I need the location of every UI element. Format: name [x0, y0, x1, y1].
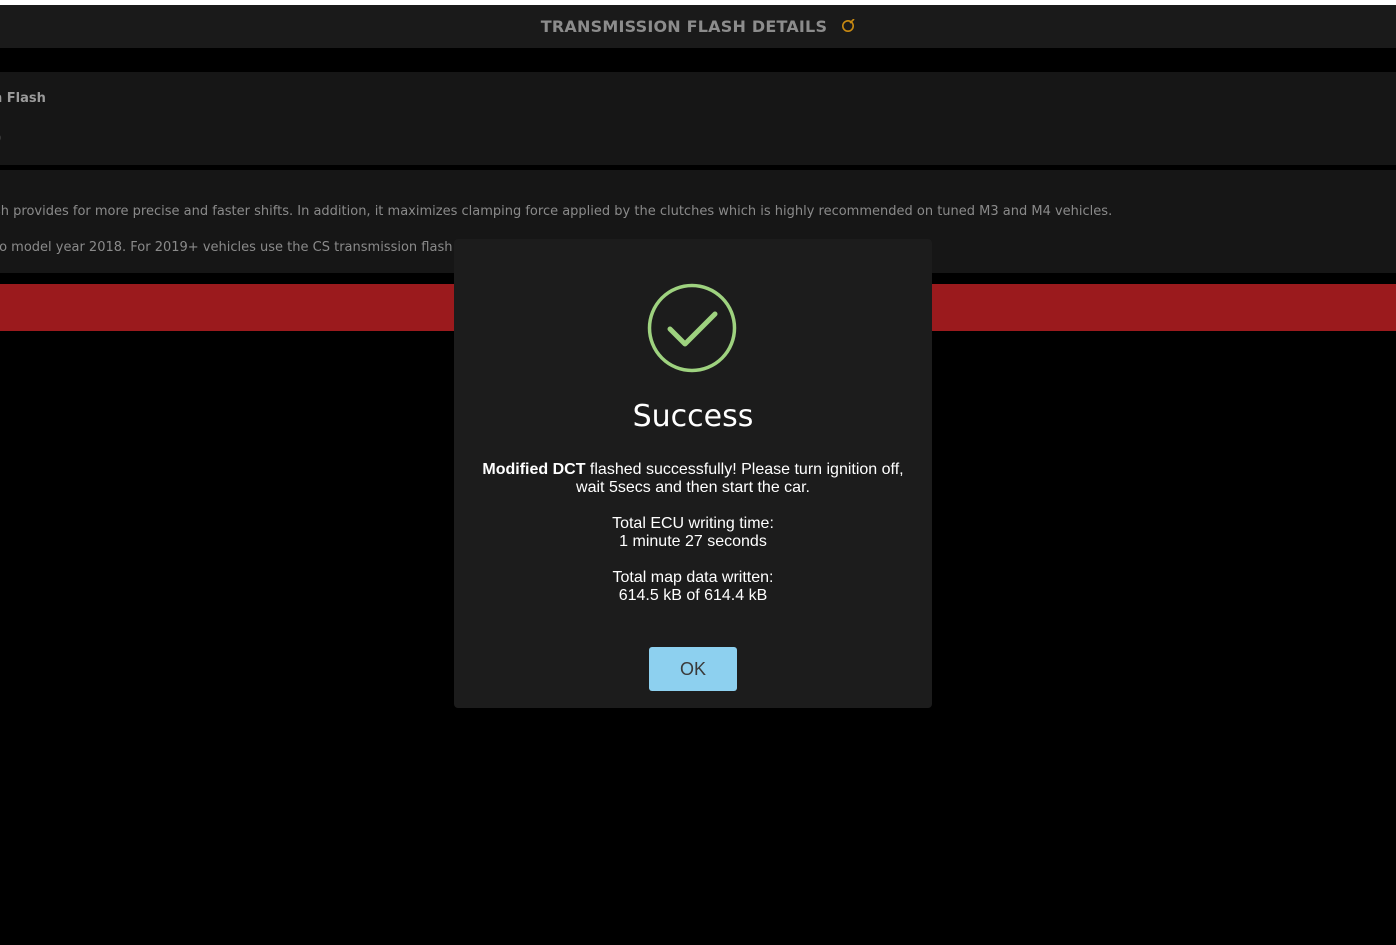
flash-code: 9 — [0, 132, 1, 147]
dialog-message: Modified DCT flashed successfully! Pleas… — [474, 461, 912, 497]
page-title: TRANSMISSION FLASH DETAILS — [540, 17, 828, 36]
success-dialog: Success Modified DCT flashed successfull… — [454, 239, 932, 708]
writing-time-value: 1 minute 27 seconds — [619, 533, 767, 550]
dialog-message-text: flashed successfully! Please turn igniti… — [576, 461, 904, 496]
page-header: TRANSMISSION FLASH DETAILS — [0, 5, 1396, 48]
dialog-title: Success — [632, 399, 754, 434]
dialog-message-bold: Modified DCT — [482, 461, 586, 478]
data-written-value: 614.5 kB of 614.4 kB — [618, 587, 768, 604]
checkmark-icon — [647, 283, 737, 373]
writing-time-stat: Total ECU writing time: 1 minute 27 seco… — [454, 515, 932, 551]
flash-name: n Flash — [0, 91, 46, 106]
ok-button[interactable]: OK — [649, 647, 737, 691]
writing-time-label: Total ECU writing time: — [612, 515, 774, 532]
flash-info-card: n Flash 9 — [0, 72, 1396, 165]
data-written-label: Total map data written: — [612, 569, 774, 586]
description-line-1: sh provides for more precise and faster … — [0, 204, 1113, 219]
power-icon[interactable] — [841, 17, 855, 33]
data-written-stat: Total map data written: 614.5 kB of 614.… — [454, 569, 932, 605]
description-line-2: to model year 2018. For 2019+ vehicles u… — [0, 240, 489, 255]
